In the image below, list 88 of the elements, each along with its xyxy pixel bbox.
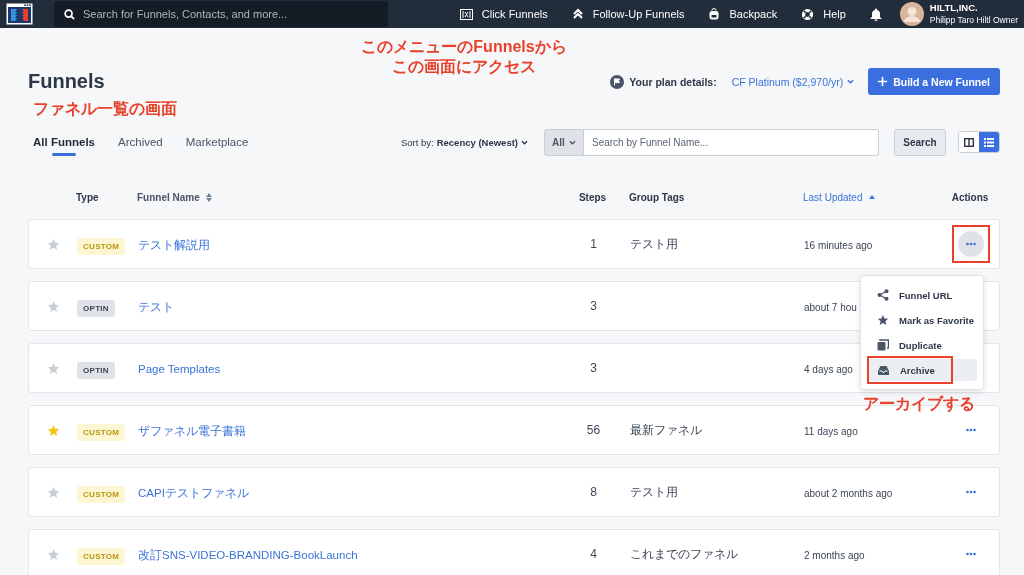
funnel-name-link[interactable]: ザファネル電子書籍 [138,425,246,437]
group-tag: テスト用 [626,235,804,253]
star-icon [877,314,889,326]
caret-icon [847,79,855,84]
column-header[interactable]: Last Updated [803,191,875,203]
caret-icon [521,139,528,145]
column-header[interactable]: Funnel Name [137,191,212,203]
page-title: Funnels [28,70,105,93]
type-tag: CUSTOM [77,238,126,255]
menu-item[interactable]: Mark as Favorite [867,309,977,331]
updated-time: about 2 months ago [804,488,893,499]
funnel-row[interactable]: CUSTOM テスト解説用 1 テスト用 16 minutes ago [28,219,1000,269]
nav-link[interactable]: Follow-Up Funnels [571,8,685,20]
search-button[interactable]: Search [894,128,946,156]
annotation-text: ファネル一覧の画面 [33,99,177,119]
backpack-icon [708,8,721,20]
plan-label: Your plan details: [629,75,717,88]
sort-dropdown[interactable]: Sort by: Recency (Newest) [400,136,528,148]
updated-time: 16 minutes ago [804,240,873,251]
more-icon [966,552,976,556]
build-funnel-button[interactable]: Build a New Funnel [868,68,1000,95]
updated-time: 11 days ago [804,426,858,437]
funnel-name-link[interactable]: 改訂SNS-VIDEO-BRANDING-BookLaunch [138,549,358,561]
column-header: Actions [951,191,989,203]
funnel-name-link[interactable]: CAPIテストファネル [138,487,249,499]
flag-icon [610,74,625,89]
funnel-row[interactable]: CUSTOM CAPIテストファネル 8 テスト用 about 2 months ago [28,467,1000,517]
avatar-icon[interactable] [899,2,924,26]
funnel-name-link[interactable]: テスト解説用 [138,239,210,251]
nav-link[interactable]: Backpack [708,8,778,20]
tab[interactable]: All Funnels [33,127,103,157]
columns-icon [964,137,974,147]
notification-icon[interactable] [869,7,882,21]
search-field[interactable]: Search by Funnel Name... [584,128,879,156]
list-view-button[interactable] [979,132,999,152]
user-name: Philipp Taro Hiltl Owner [929,14,1018,26]
more-icon [966,490,976,494]
nav-link[interactable]: Click Funnels [459,8,548,20]
menu-item[interactable]: Archive [867,359,977,381]
caret-icon [568,139,576,145]
chevrons-up-icon [571,8,584,20]
steps-cell-text: 4 [589,547,598,561]
updated-time: about 7 hou [804,302,857,313]
type-tag: OPTIN [77,300,115,317]
highlight-frame [952,225,990,263]
more-button[interactable] [958,231,984,257]
group-tag: これまでのファネル [626,545,804,563]
type-tag: CUSTOM [77,424,126,441]
inbox-icon [877,364,890,376]
funnel-row[interactable]: CUSTOM 改訂SNS-VIDEO-BRANDING-BookLaunch 4 これまでのファネル 2 months ago [28,529,1000,575]
updated-time: 2 months ago [804,550,865,561]
film-icon [459,8,473,20]
type-tag: CUSTOM [77,548,126,565]
share-icon [877,289,889,301]
group-tag: テスト用 [626,483,804,501]
column-header: Type [76,191,99,203]
column-header: Steps [578,191,607,203]
steps-cell-text: 3 [589,299,598,313]
column-header: Group Tags [629,191,685,203]
funnel-name-link[interactable]: Page Templates [138,363,221,375]
steps-cell-text: 8 [589,485,598,499]
updated-time: 4 days ago [804,364,853,375]
filter-dropdown[interactable]: All [544,128,584,156]
plus-icon [878,77,888,86]
steps-cell-text: 1 [589,237,598,251]
company-name: HILTL,INC. [929,2,979,14]
search-icon [64,8,75,20]
search-input[interactable]: Search for Funnels, Contacts, and more... [83,3,373,25]
steps-cell-text: 3 [589,361,598,375]
steps-cell-text: 56 [585,423,602,437]
copy-icon [877,339,889,351]
logo-icon[interactable] [6,3,33,25]
type-tag: OPTIN [77,362,115,379]
nav-link[interactable]: Help [801,7,846,21]
plan-dropdown[interactable]: CF Platinum ($2,970/yr) [731,75,855,88]
funnel-name-link[interactable]: テスト [138,301,174,313]
menu-item[interactable]: Funnel URL [867,284,977,306]
more-icon [966,428,976,432]
more-icon [966,242,976,246]
column-view-button[interactable] [959,132,979,152]
list-icon [984,137,994,147]
tab[interactable]: Marketplace [185,127,257,157]
lifebuoy-icon [801,7,815,21]
annotation-text: このメニューのFunnelsから この画面にアクセス [360,37,568,77]
group-tag: 最新ファネル [626,421,804,439]
tab[interactable]: Archived [118,127,171,157]
search-field[interactable]: Search for Funnels, Contacts, and more... [54,1,388,27]
type-tag: CUSTOM [77,486,126,503]
